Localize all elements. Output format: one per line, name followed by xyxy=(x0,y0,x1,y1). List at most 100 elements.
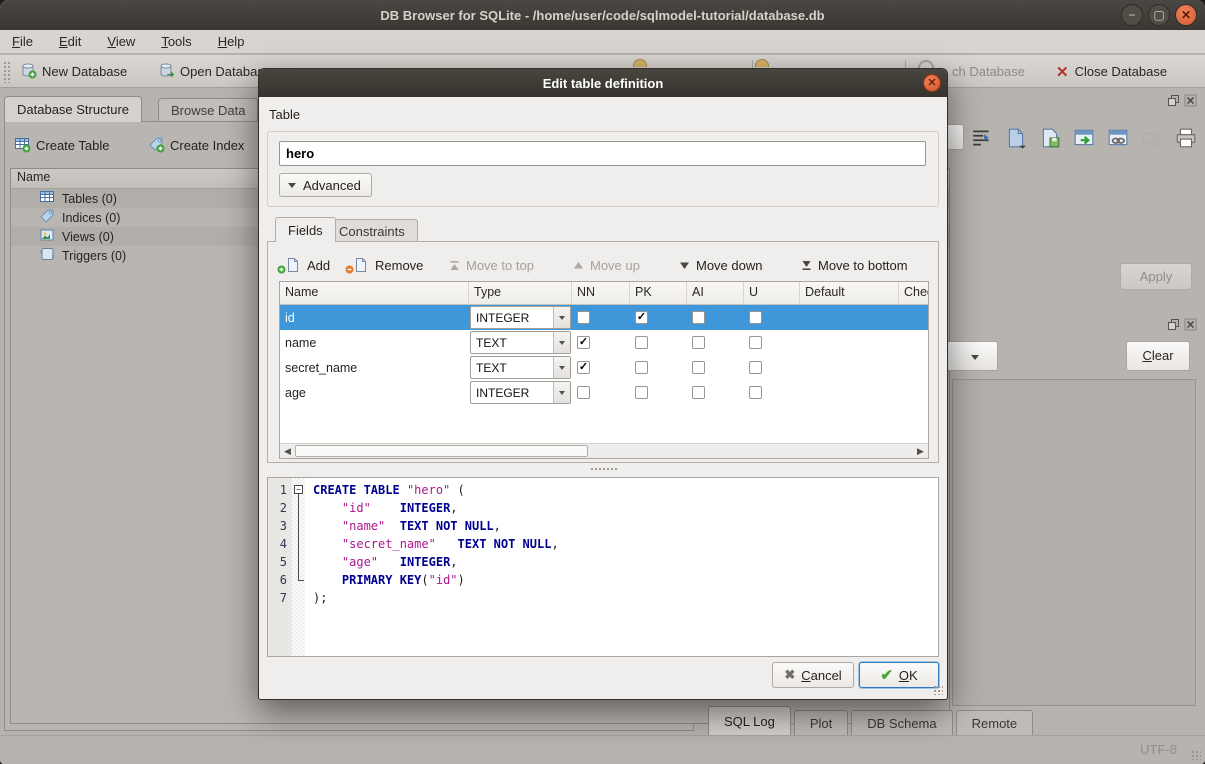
tab-sql-log[interactable]: SQL Log xyxy=(708,706,791,735)
nn-checkbox[interactable]: ✓ xyxy=(577,336,590,349)
set-null-icon[interactable] xyxy=(1141,127,1163,149)
dock-float-icon[interactable] xyxy=(1167,318,1180,334)
pk-checkbox[interactable] xyxy=(635,361,648,374)
field-row-id[interactable]: idINTEGER ✓ xyxy=(280,305,928,330)
chevron-down-icon xyxy=(553,382,570,403)
move-down-button[interactable]: Move down xyxy=(679,252,762,278)
tab-browse-data[interactable]: Browse Data xyxy=(158,98,258,122)
advanced-button[interactable]: Advanced xyxy=(279,173,372,197)
ai-checkbox[interactable] xyxy=(692,311,705,324)
pk-checkbox[interactable] xyxy=(635,386,648,399)
ai-checkbox[interactable] xyxy=(692,361,705,374)
dock-float-icon[interactable] xyxy=(1167,94,1180,110)
import-icon[interactable] xyxy=(1005,127,1027,149)
add-button[interactable]: Add xyxy=(285,252,330,278)
chevron-down-icon xyxy=(553,307,570,328)
clear-button[interactable]: Clear xyxy=(1126,341,1190,371)
dock-close-icon[interactable] xyxy=(1184,94,1197,110)
status-bar: UTF-8 xyxy=(0,735,1205,764)
type-combo[interactable]: TEXT xyxy=(470,331,571,354)
menu-tools[interactable]: Tools xyxy=(161,34,191,49)
tab-db-schema[interactable]: DB Schema xyxy=(851,710,952,735)
app-window: DB Browser for SQLite - /home/user/code/… xyxy=(0,0,1205,764)
close-database-button[interactable]: ✕ Close Database xyxy=(1056,58,1167,85)
fields-table-header: NameTypeNNPKAIUDefaultCheck xyxy=(280,282,928,305)
field-row-age[interactable]: ageINTEGER xyxy=(280,380,928,405)
dialog-resize-grip[interactable] xyxy=(933,685,943,695)
nn-checkbox[interactable] xyxy=(577,311,590,324)
print-icon[interactable] xyxy=(1175,127,1197,149)
fields-table: NameTypeNNPKAIUDefaultCheck idINTEGER✓na… xyxy=(279,281,929,459)
cancel-button[interactable]: ✖ Cancel xyxy=(772,662,854,688)
column-header-pk[interactable]: PK xyxy=(630,282,687,304)
sql-log-area[interactable] xyxy=(952,379,1196,706)
remove-button[interactable]: Remove xyxy=(353,252,423,278)
resize-grip[interactable] xyxy=(1191,750,1201,760)
pk-checkbox[interactable]: ✓ xyxy=(635,311,648,324)
column-header-u[interactable]: U xyxy=(744,282,800,304)
type-combo[interactable]: TEXT xyxy=(470,356,571,379)
u-checkbox[interactable] xyxy=(749,386,762,399)
field-name[interactable]: secret_name xyxy=(280,361,469,375)
menu-view[interactable]: View xyxy=(107,34,135,49)
fold-marker[interactable]: − xyxy=(294,485,303,494)
field-row-name[interactable]: nameTEXT ✓ xyxy=(280,330,928,355)
create-index-button[interactable]: Create Index xyxy=(148,133,244,158)
ai-checkbox[interactable] xyxy=(692,386,705,399)
column-header-name[interactable]: Name xyxy=(280,282,469,304)
edit-table-definition-dialog: Edit table definition ✕ Table Advanced F… xyxy=(258,68,948,700)
field-name[interactable]: age xyxy=(280,386,469,400)
menu-file[interactable]: File xyxy=(12,34,33,49)
pk-checkbox[interactable] xyxy=(635,336,648,349)
column-header-type[interactable]: Type xyxy=(469,282,572,304)
tab-constraints[interactable]: Constraints xyxy=(326,219,418,242)
scrollbar-thumb[interactable] xyxy=(295,445,588,457)
move-to-bottom-button[interactable]: Move to bottom xyxy=(801,252,908,278)
apply-go-icon[interactable] xyxy=(1073,127,1095,149)
column-header-check[interactable]: Check xyxy=(899,282,929,304)
view-icon xyxy=(39,227,55,246)
maximize-button[interactable]: ▢ xyxy=(1148,4,1170,26)
column-header-ai[interactable]: AI xyxy=(687,282,744,304)
tab-database-structure[interactable]: Database Structure xyxy=(4,96,142,122)
insert-text-icon[interactable] xyxy=(971,127,993,149)
type-combo[interactable]: INTEGER xyxy=(470,306,571,329)
tab-plot[interactable]: Plot xyxy=(794,710,848,735)
ai-checkbox[interactable] xyxy=(692,336,705,349)
export-icon[interactable] xyxy=(1039,127,1061,149)
trigger-icon xyxy=(39,246,55,265)
menu-help[interactable]: Help xyxy=(218,34,245,49)
close-button[interactable]: ✕ xyxy=(1175,4,1197,26)
u-checkbox[interactable] xyxy=(749,311,762,324)
menu-edit[interactable]: Edit xyxy=(59,34,81,49)
type-combo[interactable]: INTEGER xyxy=(470,381,571,404)
field-name[interactable]: name xyxy=(280,336,469,350)
tab-fields[interactable]: Fields xyxy=(275,217,336,242)
ok-button[interactable]: ✔ OK xyxy=(859,662,939,688)
u-checkbox[interactable] xyxy=(749,361,762,374)
scroll-right-arrow[interactable]: ▶ xyxy=(913,444,928,458)
edit-cell-toolbar xyxy=(971,127,1197,149)
horizontal-scrollbar[interactable]: ◀ ▶ xyxy=(280,443,928,458)
u-checkbox[interactable] xyxy=(749,336,762,349)
new-database-button[interactable]: New Database xyxy=(20,58,127,85)
apply-button: Apply xyxy=(1120,263,1192,290)
dialog-close-button[interactable]: ✕ xyxy=(923,74,941,92)
link-icon[interactable] xyxy=(1107,127,1129,149)
column-header-nn[interactable]: NN xyxy=(572,282,630,304)
minimize-button[interactable]: − xyxy=(1121,4,1143,26)
move-bottom-icon xyxy=(801,260,812,271)
field-row-secret-name[interactable]: secret_nameTEXT ✓ xyxy=(280,355,928,380)
nn-checkbox[interactable] xyxy=(577,386,590,399)
tab-remote[interactable]: Remote xyxy=(956,710,1034,735)
sql-preview-editor[interactable]: 1234567 − CREATE TABLE "hero" ( "id" INT… xyxy=(267,477,939,657)
field-name[interactable]: id xyxy=(280,311,469,325)
dock-close-icon[interactable] xyxy=(1184,318,1197,334)
table-name-input[interactable] xyxy=(279,141,926,166)
scroll-left-arrow[interactable]: ◀ xyxy=(280,444,295,458)
dock-controls-top xyxy=(1167,94,1197,110)
splitter-handle[interactable] xyxy=(590,467,618,472)
create-table-button[interactable]: Create Table xyxy=(14,133,109,158)
column-header-default[interactable]: Default xyxy=(800,282,899,304)
nn-checkbox[interactable]: ✓ xyxy=(577,361,590,374)
